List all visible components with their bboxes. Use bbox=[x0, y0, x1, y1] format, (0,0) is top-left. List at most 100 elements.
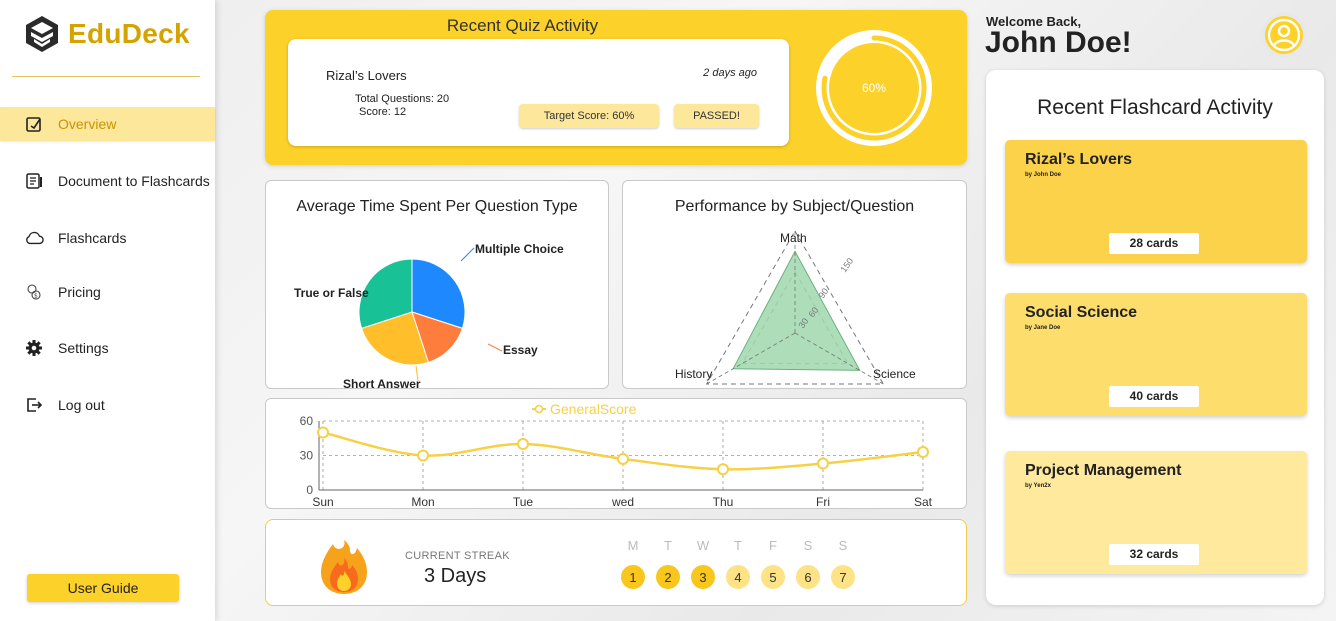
logo-icon bbox=[26, 16, 58, 52]
streak-day-letter: T bbox=[734, 538, 742, 553]
streak-day-letter: M bbox=[627, 538, 639, 553]
sidebar-item-settings[interactable]: Settings bbox=[0, 331, 215, 365]
document-icon bbox=[24, 171, 44, 191]
streak-caption: CURRENT STREAK bbox=[405, 550, 510, 562]
line-point bbox=[317, 426, 329, 439]
deck-author: by Jane Doe bbox=[1025, 325, 1061, 331]
user-guide-button[interactable]: User Guide bbox=[27, 574, 179, 602]
line-chart: 03060Sun Mon Tue wed Thu Fri SatGeneralScore bbox=[300, 401, 933, 509]
sidebar-item-label: Document to Flashcards bbox=[58, 173, 210, 189]
radar-label-history: History bbox=[675, 367, 713, 381]
passed-badge: PASSED! bbox=[674, 104, 759, 128]
logout-icon bbox=[24, 395, 44, 415]
x-tick-label: Thu bbox=[713, 495, 734, 509]
pie-label-short-answer: Short Answer bbox=[343, 377, 421, 391]
sidebar-item-document-to-flashcards[interactable]: Document to Flashcards bbox=[0, 164, 215, 198]
sidebar-item-label: Pricing bbox=[58, 284, 101, 300]
question-type-time-panel: Average Time Spent Per Question Type Mul… bbox=[265, 180, 609, 391]
radar-chart: 306090150 bbox=[705, 230, 885, 385]
avatar-icon[interactable] bbox=[1261, 12, 1307, 58]
recent-flashcard-panel: Recent Flashcard Activity Rizal’s Lovers… bbox=[986, 70, 1324, 605]
sidebar-item-logout[interactable]: Log out bbox=[0, 388, 215, 422]
fire-icon bbox=[321, 540, 367, 594]
pie-leader-line bbox=[487, 343, 503, 352]
line-point bbox=[717, 463, 729, 476]
x-tick-label: Sat bbox=[914, 495, 933, 509]
sidebar-item-label: Flashcards bbox=[58, 230, 127, 246]
sidebar-item-label: Settings bbox=[58, 340, 109, 356]
edit-square-icon bbox=[24, 114, 44, 134]
streak-day-circle: 4 bbox=[726, 565, 750, 589]
pie-label-multiple-choice: Multiple Choice bbox=[475, 242, 564, 256]
cloud-icon bbox=[24, 228, 44, 248]
quiz-summary[interactable]: Rizal’s Lovers 2 days ago Total Question… bbox=[288, 39, 789, 146]
target-score-badge: Target Score: 60% bbox=[519, 104, 659, 128]
sidebar-item-flashcards[interactable]: Flashcards bbox=[0, 221, 215, 255]
general-score-panel: 0 30 60 Sun Mon Tue wed Thu Fri Sat GeneralScore bbox=[265, 398, 967, 509]
deck-card-count: 28 cards bbox=[1109, 233, 1199, 254]
streak-day-circle: 7 bbox=[831, 565, 855, 589]
line-point bbox=[917, 446, 929, 459]
streak-day-circle: 6 bbox=[796, 565, 820, 589]
pie-leader-line bbox=[460, 247, 475, 262]
streak-value: 3 Days bbox=[424, 565, 487, 587]
subject-performance-panel: Performance by Subject/Question 30 60 90 15… bbox=[622, 180, 967, 389]
y-tick-label: 60 bbox=[300, 414, 314, 428]
x-tick-label: Fri bbox=[816, 495, 830, 509]
streak-day-letter: S bbox=[803, 538, 813, 553]
deck-author: by John Doe bbox=[1025, 172, 1062, 178]
streak-day-letter: T bbox=[664, 538, 672, 553]
quiz-name: Rizal’s Lovers bbox=[326, 68, 407, 83]
x-tick-label: Sun bbox=[312, 495, 333, 509]
pie-label-true-or-false: True or False bbox=[294, 286, 369, 300]
quiz-card-title: Recent Quiz Activity bbox=[446, 16, 599, 35]
flashcard-deck-card[interactable]: Social Science by Jane Doe 40 cards bbox=[1005, 293, 1307, 416]
y-tick-label: 30 bbox=[300, 449, 314, 463]
sidebar-item-pricing[interactable]: $ Pricing bbox=[0, 275, 215, 309]
quiz-progress-label: 60% bbox=[862, 81, 886, 95]
gear-icon bbox=[24, 338, 44, 358]
flashcard-deck-card[interactable]: Project Management by Yen2x 32 cards bbox=[1005, 451, 1307, 574]
quiz-total-questions: Total Questions: 20 bbox=[355, 93, 450, 105]
radar-label-math: Math bbox=[780, 231, 807, 245]
streak-day-circle: 3 bbox=[691, 565, 715, 589]
deck-title: Project Management bbox=[1025, 462, 1182, 479]
flashcard-panel-title: Recent Flashcard Activity bbox=[1037, 96, 1273, 119]
brand-logo[interactable]: EduDeck bbox=[22, 14, 190, 54]
legend-label: GeneralScore bbox=[550, 401, 637, 417]
sidebar-item-overview[interactable]: Overview bbox=[0, 107, 215, 141]
svg-text:$: $ bbox=[34, 293, 38, 300]
streak-day-letter: W bbox=[696, 538, 710, 553]
deck-title: Rizal’s Lovers bbox=[1025, 151, 1133, 168]
radar-tick-label: 150 bbox=[838, 256, 855, 274]
line-point bbox=[617, 452, 629, 465]
legend-marker bbox=[534, 404, 544, 414]
coins-icon: $ bbox=[24, 282, 44, 302]
deck-author: by Yen2x bbox=[1025, 483, 1051, 489]
line-point bbox=[817, 457, 829, 470]
line-point bbox=[517, 438, 529, 450]
sidebar-item-label: Log out bbox=[58, 397, 105, 413]
logo-divider bbox=[12, 76, 200, 77]
flashcard-deck-card[interactable]: Rizal’s Lovers by John Doe 28 cards bbox=[1005, 140, 1307, 263]
x-tick-label: Tue bbox=[513, 495, 534, 509]
user-name: John Doe! bbox=[985, 26, 1132, 59]
streak-day-circle: 1 bbox=[621, 565, 645, 589]
quiz-score: Score: 12 bbox=[359, 106, 407, 118]
pie-label-essay: Essay bbox=[503, 343, 538, 357]
streak-day-letter: S bbox=[838, 538, 848, 553]
streak-day-circle: 2 bbox=[656, 565, 680, 589]
sidebar-item-label: Overview bbox=[58, 116, 117, 132]
streak-day-circle: 5 bbox=[761, 565, 785, 589]
streak-day-letter: F bbox=[769, 538, 777, 553]
quiz-time-ago: 2 days ago bbox=[703, 67, 757, 79]
x-tick-label: Mon bbox=[411, 495, 434, 509]
line-point bbox=[417, 449, 429, 462]
brand-name: EduDeck bbox=[68, 18, 190, 49]
sidebar: EduDeck Overview Document to Flashcards … bbox=[0, 0, 215, 621]
deck-card-count: 40 cards bbox=[1109, 386, 1199, 407]
x-tick-label: wed bbox=[611, 495, 634, 509]
streak-panel: CURRENT STREAK 3 Days M 1 T 2 W 3 T 4 F 5 S 6 S 7 bbox=[265, 519, 967, 606]
deck-title: Social Science bbox=[1025, 304, 1138, 321]
deck-card-count: 32 cards bbox=[1109, 544, 1199, 565]
